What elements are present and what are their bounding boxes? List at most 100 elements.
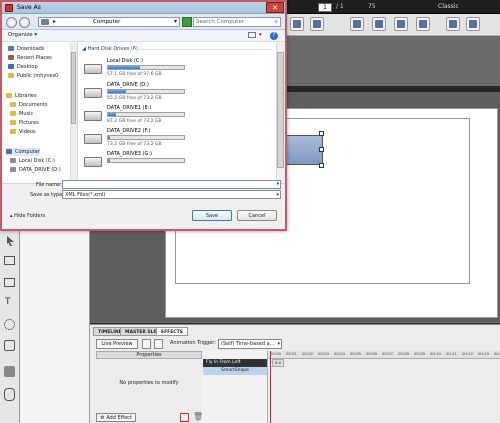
cancel-button[interactable]: Cancel bbox=[237, 210, 277, 221]
hand-tool-icon[interactable] bbox=[4, 366, 15, 377]
ruler-tick-label: 00:05 bbox=[350, 351, 361, 356]
navigation-pane: Downloads Recent Places Desktop Public (mhy… bbox=[2, 42, 78, 183]
object-row[interactable]: SmartShape bbox=[203, 367, 267, 375]
nav-item[interactable]: Music bbox=[10, 110, 33, 118]
file-list-scroll-thumb[interactable] bbox=[277, 52, 284, 168]
page-number-input[interactable]: 1 bbox=[318, 3, 332, 12]
forward-arrow-icon[interactable] bbox=[19, 17, 30, 28]
drive-usage-fill bbox=[108, 136, 110, 139]
nav-item-label: Pictures bbox=[19, 120, 39, 126]
address-bar[interactable]: ▸ Computer ▾ bbox=[38, 17, 180, 27]
resize-handle[interactable] bbox=[319, 147, 324, 152]
drive-free-space: 87.2 GB free of 73.2 GB bbox=[107, 119, 162, 124]
widget-tool-icon[interactable] bbox=[4, 340, 15, 351]
drive-item[interactable]: DATA_DRIVE (D:) 55.5 GB free of 73.2 GB bbox=[82, 82, 202, 105]
folder-icon bbox=[8, 55, 14, 60]
playhead[interactable] bbox=[270, 351, 271, 423]
audio-tool-icon[interactable] bbox=[4, 388, 15, 401]
nav-item[interactable]: Pictures bbox=[10, 119, 39, 127]
toolbar-object-icon[interactable] bbox=[310, 17, 324, 31]
nav-item[interactable]: Computer bbox=[6, 148, 40, 156]
effects-tool-icon[interactable] bbox=[4, 319, 15, 330]
chevron-down-icon[interactable]: ▾ bbox=[276, 181, 279, 187]
drive-item[interactable]: DATA_DRIVE3 (G:) bbox=[82, 151, 202, 174]
nav-item[interactable]: Public (mhynes0 bbox=[8, 72, 58, 80]
toolbar-align-icon[interactable] bbox=[466, 17, 480, 31]
nav-item[interactable]: Videos bbox=[10, 128, 36, 136]
pointer-tool-icon[interactable] bbox=[7, 236, 14, 246]
drive-usage-bar bbox=[107, 112, 185, 117]
drive-item[interactable]: Local Disk (C:) 57.1 GB free of 97.6 GB bbox=[82, 58, 202, 81]
toolbar-shape-icon[interactable] bbox=[290, 17, 304, 31]
nav-item-label: Music bbox=[19, 111, 34, 117]
resize-handle[interactable] bbox=[319, 163, 324, 168]
trash-icon[interactable]: 🗑 bbox=[193, 413, 203, 422]
nav-item-label: Public (mhynes0 bbox=[17, 73, 59, 79]
add-effect-label: Add Effect bbox=[106, 415, 132, 421]
drive-usage-fill bbox=[108, 113, 116, 116]
ruler-tick-label: 00:06 bbox=[366, 351, 377, 356]
resize-handle[interactable] bbox=[319, 131, 324, 136]
back-arrow-icon[interactable] bbox=[6, 17, 17, 28]
nav-item[interactable]: Documents bbox=[10, 101, 48, 109]
add-effect-button[interactable]: ⚙ Add Effect bbox=[96, 413, 136, 422]
preview-settings-icon[interactable] bbox=[142, 339, 151, 349]
toolbar-layer-icon[interactable] bbox=[416, 17, 430, 31]
drive-item[interactable]: DATA_DRIVE1 (E:) 87.2 GB free of 73.2 GB bbox=[82, 105, 202, 128]
help-icon[interactable]: ? bbox=[270, 32, 278, 40]
folder-icon bbox=[10, 102, 16, 107]
image-tool-icon[interactable] bbox=[4, 278, 15, 287]
delete-effect-icon[interactable] bbox=[180, 413, 189, 422]
navigation-scroll-thumb[interactable] bbox=[71, 52, 76, 124]
search-placeholder: Search Computer bbox=[196, 19, 244, 25]
computer-icon bbox=[41, 19, 49, 25]
search-input[interactable]: Search Computer ⌕ bbox=[193, 17, 281, 27]
workspace-mode-select[interactable]: Classic bbox=[438, 3, 459, 10]
save-as-type-select[interactable]: XML Files(*.xml) ▾ bbox=[62, 190, 281, 199]
file-name-input[interactable]: ▾ bbox=[62, 180, 281, 189]
zoom-value[interactable]: 75 bbox=[368, 3, 376, 10]
chevron-down-icon[interactable]: ▾ bbox=[259, 32, 262, 38]
toolbar-layer-icon[interactable] bbox=[350, 17, 364, 31]
folder-icon bbox=[10, 120, 16, 125]
shape-tool-icon[interactable] bbox=[4, 256, 15, 265]
nav-item[interactable]: DATA_DRIVE (D:) bbox=[10, 166, 61, 174]
nav-item[interactable]: Recent Places bbox=[8, 54, 52, 62]
organize-button[interactable]: Organize ▾ bbox=[8, 32, 37, 38]
organize-label: Organize bbox=[8, 32, 33, 38]
nav-item[interactable]: Downloads bbox=[8, 45, 44, 53]
folder-icon bbox=[8, 73, 14, 78]
nav-item[interactable]: Libraries bbox=[6, 92, 37, 100]
ruler-tick-label: 00:01 bbox=[286, 351, 297, 356]
close-button[interactable]: ✕ bbox=[266, 2, 284, 13]
tab-effects[interactable]: EFFECTS bbox=[156, 327, 188, 336]
preview-options-icon[interactable] bbox=[154, 339, 163, 349]
breadcrumb-chevron-icon[interactable]: ▸ bbox=[53, 18, 56, 25]
nav-item-label: Downloads bbox=[17, 46, 45, 52]
text-tool-icon[interactable]: T bbox=[5, 298, 11, 307]
effect-row[interactable]: Fly In From Left bbox=[203, 359, 267, 367]
hide-folders-button[interactable]: ▴ Hide Folders bbox=[10, 213, 45, 219]
nav-item[interactable]: Local Disk (C:) bbox=[10, 157, 55, 165]
save-button[interactable]: Save bbox=[192, 210, 232, 221]
hard-drive-icon bbox=[84, 64, 102, 74]
address-text: Computer bbox=[93, 19, 121, 25]
hard-drive-icon bbox=[84, 134, 102, 144]
drive-item[interactable]: DATA_DRIVE2 (F:) 73.2 GB free of 73.2 GB bbox=[82, 128, 202, 151]
view-options-icon[interactable] bbox=[248, 32, 256, 38]
toolbar-layer-icon[interactable] bbox=[394, 17, 408, 31]
live-preview-button[interactable]: Live Preview bbox=[96, 339, 138, 349]
nav-item[interactable]: Desktop bbox=[8, 63, 38, 71]
ruler-tick-label: 00:02 bbox=[302, 351, 313, 356]
chevron-down-icon: ▾ bbox=[276, 192, 279, 198]
folder-icon bbox=[10, 167, 16, 172]
folder-icon bbox=[8, 46, 14, 51]
drive-name: DATA_DRIVE1 (E:) bbox=[107, 105, 152, 111]
effect-timeline-bar[interactable]: 0:0 bbox=[272, 359, 284, 367]
chevron-down-icon[interactable]: ▾ bbox=[174, 18, 177, 25]
refresh-icon[interactable] bbox=[182, 17, 192, 27]
animation-trigger-select[interactable]: (Self) Time-based a... ▾ bbox=[218, 339, 282, 349]
toolbar-align-icon[interactable] bbox=[446, 17, 460, 31]
toolbar-layer-icon[interactable] bbox=[372, 17, 386, 31]
drive-free-space: 55.5 GB free of 73.2 GB bbox=[107, 96, 162, 101]
